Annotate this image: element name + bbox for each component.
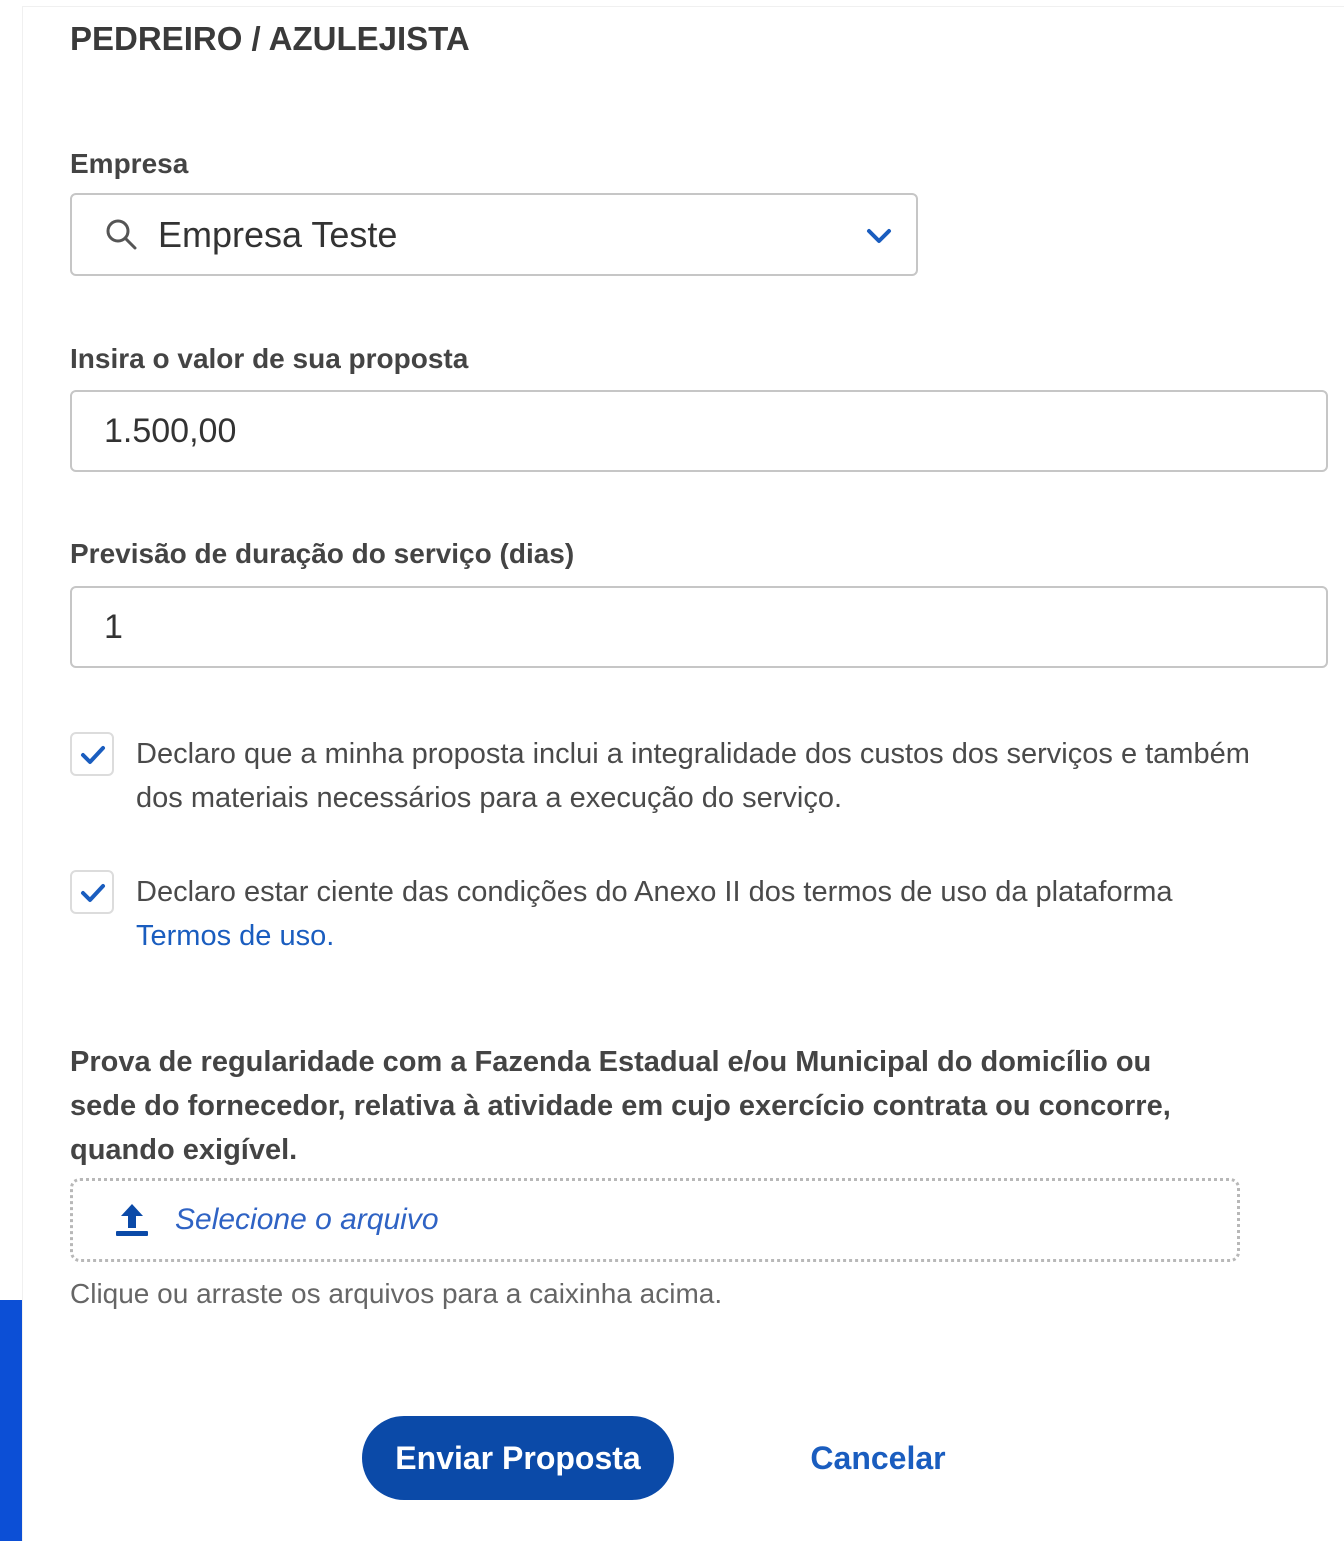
dropzone-placeholder: Selecione o arquivo [175, 1203, 439, 1236]
empresa-label: Empresa [70, 148, 189, 179]
chevron-down-icon[interactable] [864, 221, 894, 251]
declaracao-termos-container: Declaro estar ciente das condições do An… [136, 870, 1296, 958]
declaracao-custos-checkbox[interactable] [70, 732, 114, 776]
duracao-input-value: 1 [104, 607, 123, 646]
decorative-blue-shape [0, 1300, 22, 1541]
upload-icon [113, 1201, 151, 1239]
upload-hint: Clique ou arraste os arquivos para a cai… [70, 1278, 723, 1309]
termos-de-uso-link[interactable]: Termos de uso. [136, 920, 334, 952]
duracao-label: Previsão de duração do serviço (dias) [70, 538, 575, 569]
duracao-input[interactable]: 1 [70, 586, 1328, 668]
declaracao-termos-text: Declaro estar ciente das condições do An… [136, 876, 1173, 908]
empresa-select[interactable]: Empresa Teste [70, 193, 918, 276]
enviar-proposta-button[interactable]: Enviar Proposta [362, 1416, 674, 1500]
declaracao-custos-text: Declaro que a minha proposta inclui a in… [136, 738, 1250, 814]
valor-input[interactable]: 1.500,00 [70, 390, 1328, 472]
cancelar-button[interactable]: Cancelar [790, 1416, 966, 1500]
search-icon [104, 217, 140, 253]
declaracao-termos-checkbox[interactable] [70, 870, 114, 914]
valor-label: Insira o valor de sua proposta [70, 343, 469, 374]
file-dropzone[interactable]: Selecione o arquivo [70, 1178, 1240, 1262]
page-title: PEDREIRO / AZULEJISTA [70, 20, 470, 57]
empresa-selected-value: Empresa Teste [158, 213, 398, 255]
valor-input-value: 1.500,00 [104, 411, 237, 450]
upload-label: Prova de regularidade com a Fazenda Esta… [70, 1046, 1171, 1166]
